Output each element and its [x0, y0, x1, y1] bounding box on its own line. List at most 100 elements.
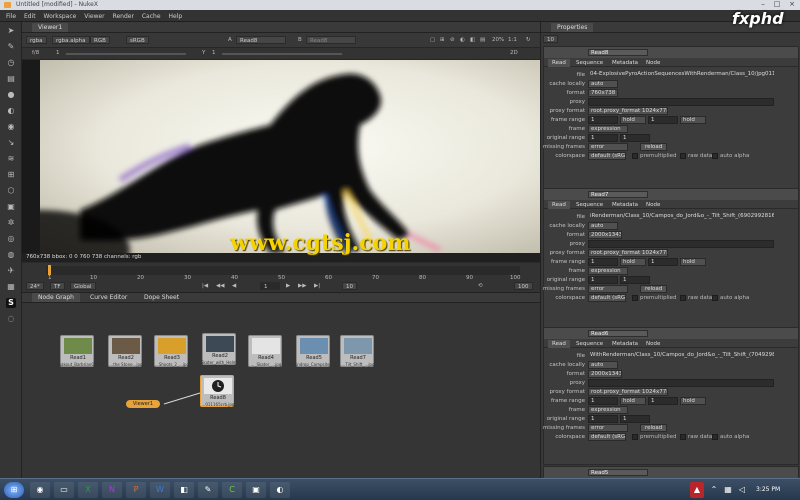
- tab-viewer1[interactable]: Viewer1: [32, 23, 69, 32]
- tab-metadata[interactable]: Metadata: [608, 340, 642, 348]
- max-panels-field[interactable]: 10: [543, 35, 558, 43]
- tab-node[interactable]: Node: [642, 59, 664, 67]
- auto-alpha-checkbox[interactable]: [712, 295, 718, 301]
- missing-frames-select[interactable]: error: [588, 143, 628, 151]
- minimize-icon[interactable]: –: [756, 0, 770, 9]
- format-select[interactable]: 2000x1343: [588, 231, 622, 239]
- proxy-format-select[interactable]: root.proxy_format 1024x778: [588, 249, 668, 257]
- window-icon[interactable]: ▣: [246, 482, 266, 498]
- paint-icon[interactable]: ✎: [198, 482, 218, 498]
- input-b-select[interactable]: Read8: [306, 36, 356, 44]
- original-range-start[interactable]: 1: [588, 276, 618, 284]
- toolsets-icon[interactable]: ◍: [6, 250, 16, 260]
- node-graph[interactable]: Read1 Freakout_Barbrian02kthrasi_BT_2500…: [22, 303, 540, 478]
- tab-node[interactable]: Node: [642, 340, 664, 348]
- frame-mode-select[interactable]: expression: [588, 125, 628, 133]
- file-field[interactable]: iRenderman/Class_10/Campos_do_Jord&o_-_T…: [588, 213, 774, 221]
- proxy-field[interactable]: [588, 98, 774, 106]
- draw-icon[interactable]: ◐: [6, 106, 16, 116]
- original-range-end[interactable]: 1: [620, 276, 650, 284]
- tab-read[interactable]: Read: [548, 201, 570, 209]
- time-icon[interactable]: ◷: [6, 58, 16, 68]
- panel-node-name[interactable]: Read5: [588, 469, 648, 476]
- last-frame-icon[interactable]: ▶|: [314, 283, 320, 289]
- auto-alpha-checkbox[interactable]: [712, 153, 718, 159]
- frame-mode-select[interactable]: expression: [588, 406, 628, 414]
- cache-locally-select[interactable]: auto: [588, 80, 618, 88]
- loop-icon[interactable]: ⟲: [478, 283, 483, 289]
- frame-range-end[interactable]: 1: [648, 258, 678, 266]
- gain-value[interactable]: 1: [56, 50, 60, 56]
- proxy-field[interactable]: [588, 379, 774, 387]
- reload-button[interactable]: reload: [640, 424, 668, 432]
- node-viewer1[interactable]: Viewer1: [126, 400, 160, 408]
- next-keyframe-icon[interactable]: ▶▶: [298, 283, 306, 289]
- panel-node-name[interactable]: Read7: [588, 191, 648, 198]
- premultiplied-checkbox[interactable]: [632, 153, 638, 159]
- frame-range-end-mode[interactable]: hold: [680, 397, 706, 405]
- frame-range-end-mode[interactable]: hold: [680, 116, 706, 124]
- alpha-select[interactable]: rgba.alpha: [52, 36, 90, 44]
- channels-select[interactable]: rgba: [26, 36, 47, 44]
- other-icon[interactable]: ✈: [6, 266, 16, 276]
- 3d-icon[interactable]: ⬡: [6, 186, 16, 196]
- panel-node-name[interactable]: Read8: [588, 49, 648, 56]
- maximize-icon[interactable]: □: [770, 0, 784, 9]
- network-icon[interactable]: ▦: [722, 482, 734, 498]
- clipping-icon[interactable]: ◧: [470, 37, 475, 43]
- colorspace-select-a[interactable]: RGB: [90, 36, 110, 44]
- colorspace-select[interactable]: default (sRGB): [588, 152, 626, 160]
- tab-metadata[interactable]: Metadata: [608, 201, 642, 209]
- refresh-icon[interactable]: ↻: [526, 37, 531, 43]
- app-icon[interactable]: ◧: [174, 482, 194, 498]
- particles-icon[interactable]: ◎: [6, 234, 16, 244]
- original-range-end[interactable]: 1: [620, 415, 650, 423]
- reload-button[interactable]: reload: [640, 285, 668, 293]
- proxy-format-select[interactable]: root.proxy_format 1024x778: [588, 107, 668, 115]
- merge-icon[interactable]: ≋: [6, 154, 16, 164]
- colorspace-select[interactable]: default (sRGB): [588, 433, 626, 441]
- filter-icon[interactable]: ◉: [6, 122, 16, 132]
- frame-range-start[interactable]: 1: [588, 258, 618, 266]
- frame-end-field[interactable]: 100: [514, 282, 533, 290]
- plugins-icon[interactable]: ◌: [6, 314, 16, 324]
- tab-sequence[interactable]: Sequence: [572, 340, 607, 348]
- frame-mode-select[interactable]: expression: [588, 267, 628, 275]
- range-scope-select[interactable]: Global: [70, 282, 96, 290]
- tab-read[interactable]: Read: [548, 59, 570, 67]
- select-arrow-icon[interactable]: ➤: [6, 26, 16, 36]
- original-range-start[interactable]: 1: [588, 134, 618, 142]
- explorer-icon[interactable]: ▭: [54, 482, 74, 498]
- menu-file[interactable]: File: [6, 13, 16, 20]
- excel-icon[interactable]: X: [78, 482, 98, 498]
- paint-brush-icon[interactable]: ✎: [6, 42, 16, 52]
- file-field[interactable]: WithRenderman/Class_10/Campos_do_Jord&o_…: [588, 352, 774, 360]
- missing-frames-select[interactable]: error: [588, 285, 628, 293]
- menu-viewer[interactable]: Viewer: [84, 13, 104, 20]
- menu-cache[interactable]: Cache: [142, 13, 161, 20]
- volume-icon[interactable]: ◁: [736, 482, 748, 498]
- menu-help[interactable]: Help: [168, 13, 182, 20]
- format-select[interactable]: 760x738: [588, 89, 618, 97]
- timeline-ruler[interactable]: [46, 266, 520, 275]
- current-frame-field[interactable]: 1: [260, 282, 280, 290]
- auto-alpha-checkbox[interactable]: [712, 434, 718, 440]
- flag-icon[interactable]: ▲: [690, 482, 704, 498]
- firefox-icon[interactable]: ◉: [30, 482, 50, 498]
- play-backward-icon[interactable]: ◀: [232, 283, 236, 289]
- step-field[interactable]: 10: [342, 282, 357, 290]
- premultiplied-checkbox[interactable]: [632, 295, 638, 301]
- reload-button[interactable]: reload: [640, 143, 668, 151]
- display-icon[interactable]: ◐: [460, 37, 465, 43]
- gain-slider[interactable]: [66, 53, 186, 55]
- raw-data-checkbox[interactable]: [680, 295, 686, 301]
- raw-data-checkbox[interactable]: [680, 153, 686, 159]
- frame-range-start-mode[interactable]: hold: [620, 116, 646, 124]
- tab-read[interactable]: Read: [548, 340, 570, 348]
- tab-metadata[interactable]: Metadata: [608, 59, 642, 67]
- play-forward-icon[interactable]: ▶: [286, 283, 290, 289]
- colorspace-select-b[interactable]: sRGB: [126, 36, 149, 44]
- frame-range-end-mode[interactable]: hold: [680, 258, 706, 266]
- tab-node-graph[interactable]: Node Graph: [32, 293, 80, 302]
- panel-node-name[interactable]: Read6: [588, 330, 648, 337]
